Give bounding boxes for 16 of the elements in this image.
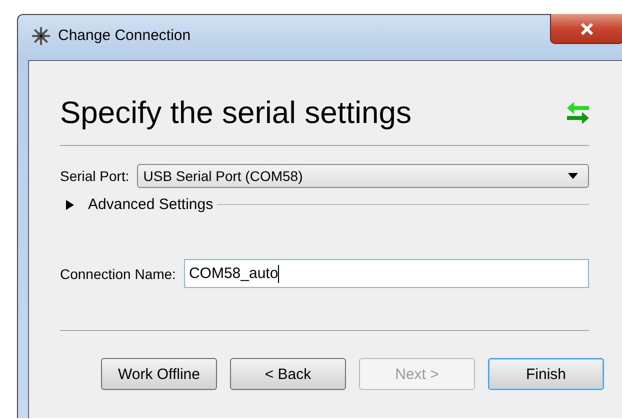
dialog-button[interactable]: < Back — [230, 358, 346, 390]
gear-icon — [32, 26, 50, 44]
expand-arrow-icon — [66, 200, 74, 210]
dialog-button[interactable]: Finish — [488, 358, 604, 390]
swap-arrows-icon — [567, 102, 589, 124]
serial-port-label: Serial Port: — [60, 168, 130, 184]
serial-port-dropdown[interactable]: USB Serial Port (COM58) — [137, 164, 589, 188]
dialog-button[interactable]: Work Offline — [101, 358, 217, 390]
connection-name-label: Connection Name: — [60, 266, 176, 282]
close-icon — [580, 22, 594, 34]
close-button[interactable] — [550, 14, 622, 44]
window-title: Change Connection — [58, 27, 191, 46]
advanced-settings-toggle[interactable]: Advanced Settings — [60, 196, 218, 213]
page-heading: Specify the serial settings — [60, 95, 412, 131]
dropdown-arrow-icon — [568, 173, 578, 179]
connection-name-field[interactable]: COM58_auto — [184, 259, 589, 288]
